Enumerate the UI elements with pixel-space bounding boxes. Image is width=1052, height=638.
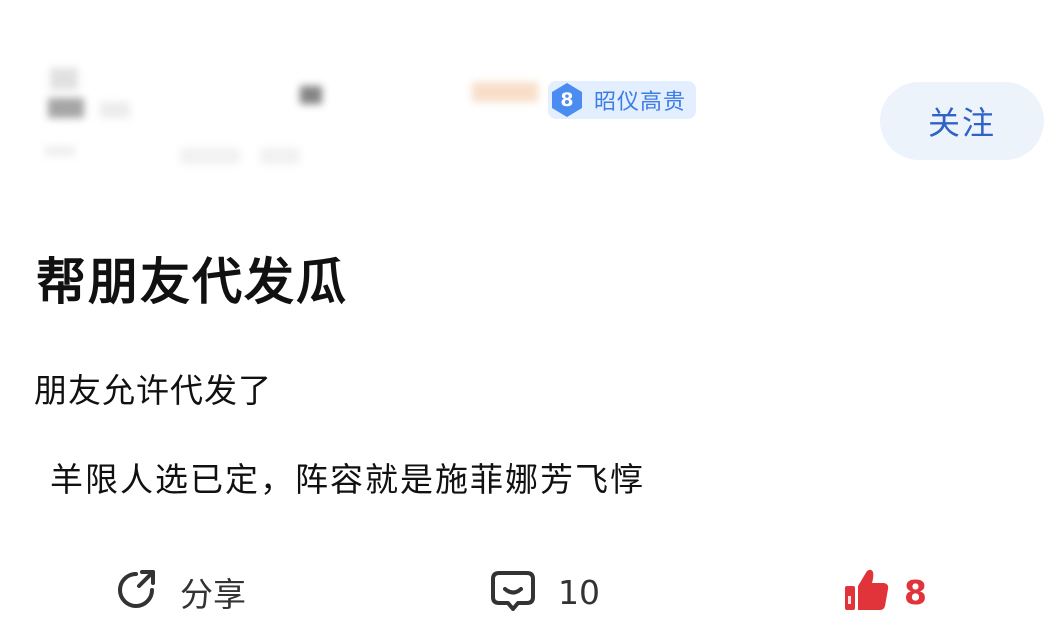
thumbs-up-icon [842, 566, 890, 618]
post-title: 帮朋友代发瓜 [36, 253, 348, 311]
level-badge: 8 昭仪高贵 [548, 81, 697, 119]
follow-button[interactable]: 关注 [880, 82, 1044, 160]
comment-count: 10 [558, 572, 600, 612]
username[interactable] [180, 78, 560, 164]
post-body-line: 朋友允许代发了 [34, 371, 272, 410]
level-title: 昭仪高贵 [594, 90, 687, 115]
like-button[interactable]: 8 [842, 566, 927, 618]
share-icon [112, 566, 160, 618]
level-number: 8 [560, 89, 574, 111]
post-card: 8 昭仪高贵 关注 帮朋友代发瓜 朋友允许代发了 羊限人选已定，阵容就是施菲娜芳… [0, 0, 1052, 638]
like-count: 8 [904, 572, 927, 612]
avatar[interactable] [30, 58, 140, 168]
share-button[interactable]: 分享 [112, 566, 246, 618]
post-body-line: 羊限人选已定，阵容就是施菲娜芳飞惇 [50, 460, 645, 499]
share-label: 分享 [180, 575, 246, 614]
comment-icon [488, 565, 538, 619]
comment-button[interactable]: 10 [488, 566, 600, 618]
level-diamond-icon: 8 [548, 81, 586, 119]
